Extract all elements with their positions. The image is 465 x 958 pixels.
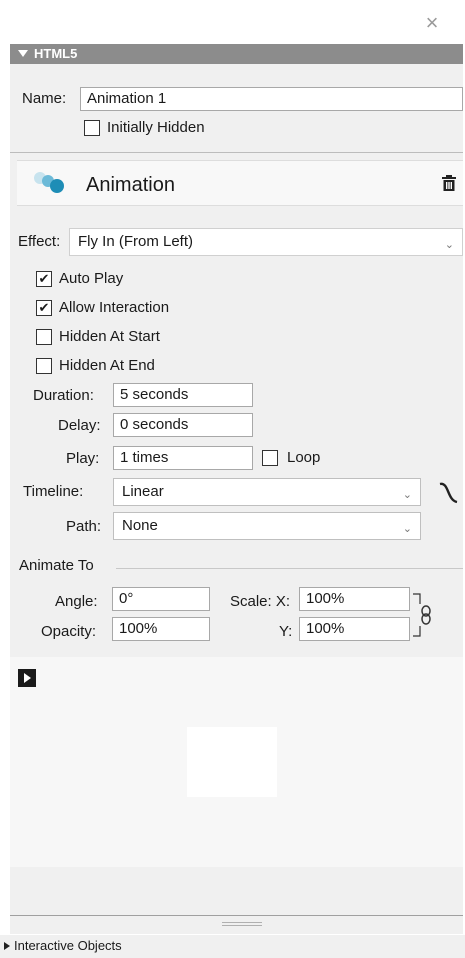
panel-title: HTML5: [34, 46, 78, 61]
angle-label: Angle:: [55, 593, 98, 610]
opacity-label: Opacity:: [41, 623, 97, 640]
animate-to-divider: [116, 568, 463, 569]
resize-grip-handle[interactable]: [222, 922, 262, 926]
path-label: Path:: [66, 518, 102, 535]
chevron-down-icon: ⌄: [402, 523, 412, 535]
duration-field[interactable]: 5 seconds: [113, 383, 253, 407]
play-count-field[interactable]: 1 times: [113, 446, 253, 470]
angle-field[interactable]: 0°: [112, 587, 210, 611]
interactive-objects-label: Interactive Objects: [14, 938, 122, 953]
expand-triangle-icon: [4, 942, 10, 950]
loop-label: Loop: [287, 449, 321, 466]
path-value: None: [122, 517, 158, 534]
path-dropdown[interactable]: None ⌄: [113, 512, 421, 540]
timeline-dropdown[interactable]: Linear ⌄: [113, 478, 421, 506]
animation-dots-icon: [34, 172, 64, 193]
loop-checkbox[interactable]: [262, 450, 278, 466]
initially-hidden-label: Initially Hidden: [107, 119, 205, 136]
link-chain-icon[interactable]: [411, 590, 433, 640]
timeline-label: Timeline:: [23, 483, 84, 500]
hidden-at-start-label: Hidden At Start: [59, 328, 160, 345]
hidden-at-start-checkbox[interactable]: [36, 329, 52, 345]
scale-x-field[interactable]: 100%: [299, 587, 410, 611]
effect-label: Effect:: [18, 233, 61, 250]
panel-header[interactable]: HTML5: [10, 44, 463, 64]
allow-interaction-label: Allow Interaction: [59, 299, 170, 316]
section-divider: [10, 152, 463, 153]
play-icon[interactable]: [18, 669, 36, 687]
delay-label: Delay:: [58, 417, 101, 434]
play-label: Play:: [66, 450, 100, 467]
effect-dropdown[interactable]: Fly In (From Left) ⌄: [69, 228, 463, 256]
initially-hidden-checkbox[interactable]: [84, 120, 100, 136]
preview-object: [187, 727, 277, 797]
scale-y-label: Y:: [279, 623, 293, 640]
close-icon[interactable]: ×: [421, 12, 443, 34]
auto-play-label: Auto Play: [59, 270, 124, 287]
chevron-down-icon: ⌄: [444, 239, 454, 251]
animation-header: [17, 160, 463, 206]
duration-label: Duration:: [33, 387, 94, 404]
scale-x-label: Scale: X:: [230, 593, 291, 610]
name-label: Name:: [22, 90, 67, 107]
delay-field[interactable]: 0 seconds: [113, 413, 253, 437]
trash-icon[interactable]: [442, 175, 456, 191]
collapse-triangle-icon: [18, 50, 28, 57]
timeline-value: Linear: [122, 483, 164, 500]
animate-to-heading: Animate To: [19, 557, 94, 574]
effect-value: Fly In (From Left): [78, 233, 194, 250]
interactive-objects-section[interactable]: Interactive Objects: [0, 935, 465, 958]
animation-title: Animation: [86, 174, 175, 196]
hidden-at-end-checkbox[interactable]: [36, 358, 52, 374]
auto-play-checkbox[interactable]: ✔: [36, 271, 52, 287]
allow-interaction-checkbox[interactable]: ✔: [36, 300, 52, 316]
name-field[interactable]: Animation 1: [80, 87, 463, 111]
hidden-at-end-label: Hidden At End: [59, 357, 155, 374]
opacity-field[interactable]: 100%: [112, 617, 210, 641]
scale-y-field[interactable]: 100%: [299, 617, 410, 641]
chevron-down-icon: ⌄: [402, 489, 412, 501]
easing-curve-icon[interactable]: [437, 478, 461, 506]
splitter-line: [10, 915, 463, 916]
